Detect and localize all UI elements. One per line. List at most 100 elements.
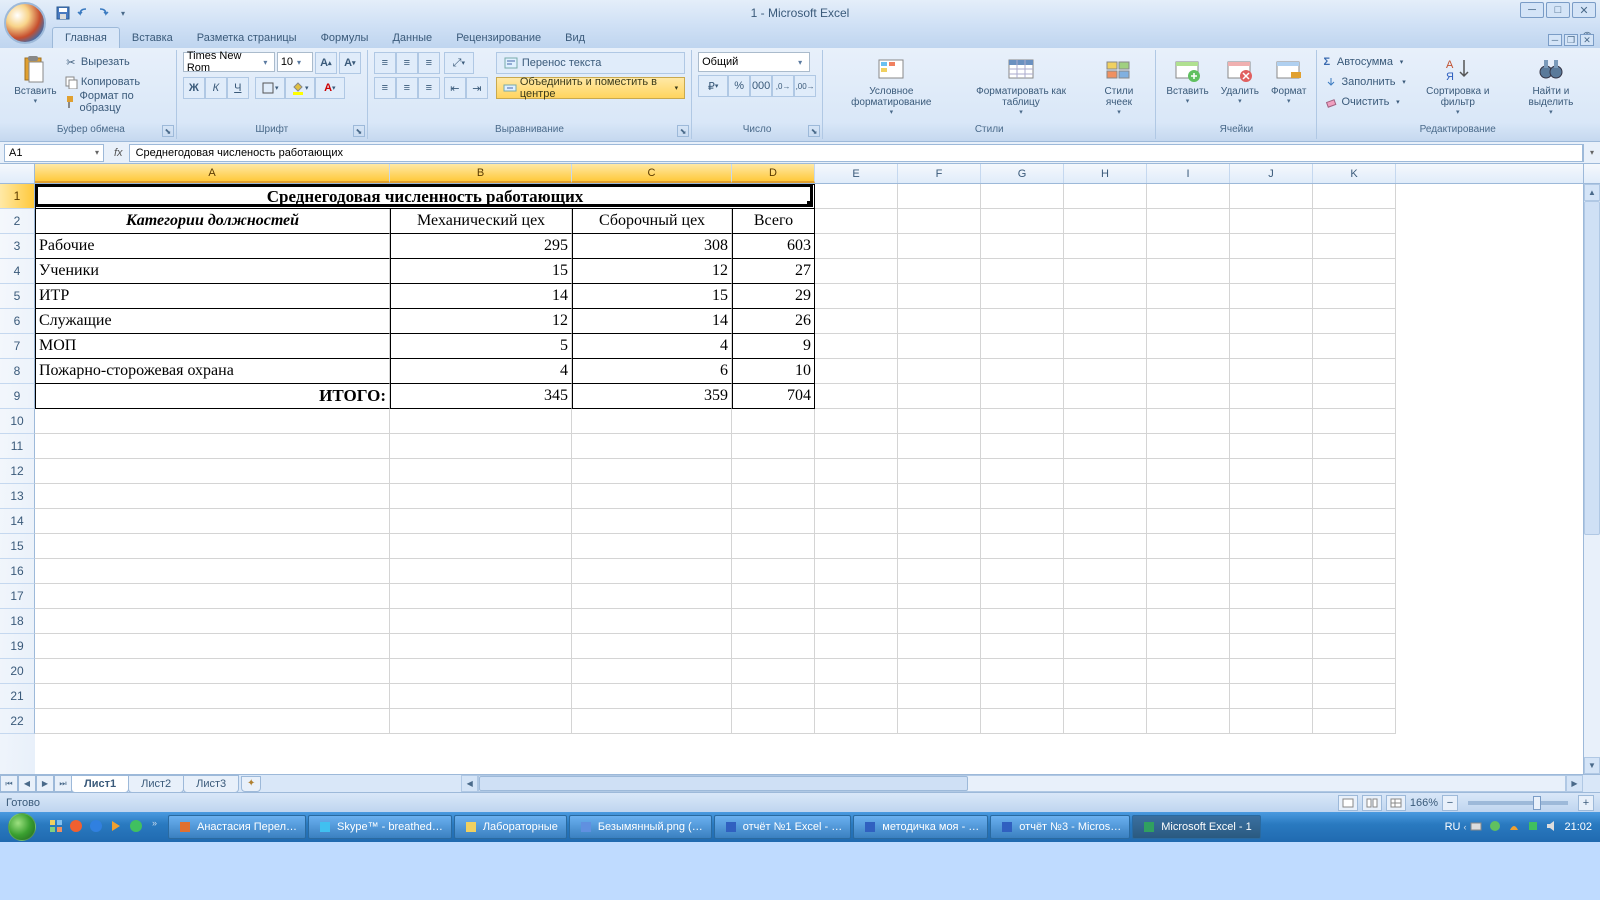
cell-G3[interactable] bbox=[981, 234, 1064, 259]
cell-I1[interactable] bbox=[1147, 184, 1230, 209]
cell-G10[interactable] bbox=[981, 409, 1064, 434]
cell-E21[interactable] bbox=[815, 684, 898, 709]
col-header-G[interactable]: G bbox=[981, 164, 1064, 183]
sheet-nav-prev[interactable]: ◀ bbox=[18, 775, 36, 792]
cell-K9[interactable] bbox=[1313, 384, 1396, 409]
cell-D5[interactable]: 29 bbox=[732, 284, 815, 309]
cell-J7[interactable] bbox=[1230, 334, 1313, 359]
cell-J11[interactable] bbox=[1230, 434, 1313, 459]
row-header-9[interactable]: 9 bbox=[0, 384, 35, 409]
row-header-5[interactable]: 5 bbox=[0, 284, 35, 309]
tray-volume-icon[interactable] bbox=[1545, 819, 1561, 835]
cell-A6[interactable]: Служащие bbox=[35, 309, 390, 334]
cell-K10[interactable] bbox=[1313, 409, 1396, 434]
tab-data[interactable]: Данные bbox=[380, 28, 444, 48]
col-header-H[interactable]: H bbox=[1064, 164, 1147, 183]
cell-I3[interactable] bbox=[1147, 234, 1230, 259]
align-top-button[interactable]: ≡ bbox=[374, 52, 396, 74]
cell-A5[interactable]: ИТР bbox=[35, 284, 390, 309]
bold-button[interactable]: Ж bbox=[183, 77, 205, 99]
percent-button[interactable]: % bbox=[728, 75, 750, 97]
cell-E13[interactable] bbox=[815, 484, 898, 509]
close-button[interactable]: ✕ bbox=[1572, 2, 1596, 18]
tab-view[interactable]: Вид bbox=[553, 28, 597, 48]
cell-A22[interactable] bbox=[35, 709, 390, 734]
cell-A12[interactable] bbox=[35, 459, 390, 484]
cell-E2[interactable] bbox=[815, 209, 898, 234]
cell-D11[interactable] bbox=[732, 434, 815, 459]
select-all-button[interactable] bbox=[0, 164, 35, 183]
cell-F22[interactable] bbox=[898, 709, 981, 734]
cell-D17[interactable] bbox=[732, 584, 815, 609]
zoom-in-button[interactable]: + bbox=[1578, 795, 1594, 811]
cell-A18[interactable] bbox=[35, 609, 390, 634]
col-header-A[interactable]: A bbox=[35, 164, 390, 183]
format-as-table-button[interactable]: Форматировать как таблицу▾ bbox=[958, 52, 1085, 118]
cell-K6[interactable] bbox=[1313, 309, 1396, 334]
cell-K18[interactable] bbox=[1313, 609, 1396, 634]
fill-button[interactable]: Заполнить ▾ bbox=[1323, 72, 1405, 92]
cell-I2[interactable] bbox=[1147, 209, 1230, 234]
cell-K8[interactable] bbox=[1313, 359, 1396, 384]
cell-F3[interactable] bbox=[898, 234, 981, 259]
cell-E9[interactable] bbox=[815, 384, 898, 409]
cell-grid[interactable]: Среднегодовая численность работающихКате… bbox=[35, 184, 1583, 774]
cell-B21[interactable] bbox=[390, 684, 572, 709]
cell-H4[interactable] bbox=[1064, 259, 1147, 284]
fx-icon[interactable]: fx bbox=[114, 147, 123, 159]
cell-C9[interactable]: 359 bbox=[572, 384, 732, 409]
cell-C10[interactable] bbox=[572, 409, 732, 434]
cell-F1[interactable] bbox=[898, 184, 981, 209]
taskbar-item-7[interactable]: Microsoft Excel - 1 bbox=[1132, 815, 1260, 839]
cell-I22[interactable] bbox=[1147, 709, 1230, 734]
cell-J21[interactable] bbox=[1230, 684, 1313, 709]
underline-button[interactable]: Ч bbox=[227, 77, 249, 99]
row-header-11[interactable]: 11 bbox=[0, 434, 35, 459]
ql-icon-5[interactable] bbox=[128, 818, 146, 836]
cell-C5[interactable]: 15 bbox=[572, 284, 732, 309]
cell-G15[interactable] bbox=[981, 534, 1064, 559]
cell-J5[interactable] bbox=[1230, 284, 1313, 309]
cell-I20[interactable] bbox=[1147, 659, 1230, 684]
cell-K17[interactable] bbox=[1313, 584, 1396, 609]
sheet-nav-first[interactable]: ⏮ bbox=[0, 775, 18, 792]
cell-E14[interactable] bbox=[815, 509, 898, 534]
number-format-combo[interactable]: Общий▾ bbox=[698, 52, 810, 72]
cell-H9[interactable] bbox=[1064, 384, 1147, 409]
cell-C4[interactable]: 12 bbox=[572, 259, 732, 284]
ql-icon-2[interactable] bbox=[68, 818, 86, 836]
cell-C13[interactable] bbox=[572, 484, 732, 509]
cell-J10[interactable] bbox=[1230, 409, 1313, 434]
vertical-scrollbar[interactable]: ▲ ▼ bbox=[1583, 184, 1600, 774]
cell-D9[interactable]: 704 bbox=[732, 384, 815, 409]
cell-G14[interactable] bbox=[981, 509, 1064, 534]
col-header-F[interactable]: F bbox=[898, 164, 981, 183]
cell-F9[interactable] bbox=[898, 384, 981, 409]
cell-J4[interactable] bbox=[1230, 259, 1313, 284]
cell-J3[interactable] bbox=[1230, 234, 1313, 259]
maximize-button[interactable]: □ bbox=[1546, 2, 1570, 18]
sheet-tab-2[interactable]: Лист2 bbox=[128, 775, 184, 793]
cell-E10[interactable] bbox=[815, 409, 898, 434]
row-header-19[interactable]: 19 bbox=[0, 634, 35, 659]
cell-J18[interactable] bbox=[1230, 609, 1313, 634]
cell-E5[interactable] bbox=[815, 284, 898, 309]
row-header-7[interactable]: 7 bbox=[0, 334, 35, 359]
cell-G2[interactable] bbox=[981, 209, 1064, 234]
cell-E15[interactable] bbox=[815, 534, 898, 559]
cell-J17[interactable] bbox=[1230, 584, 1313, 609]
cell-H20[interactable] bbox=[1064, 659, 1147, 684]
comma-button[interactable]: 000 bbox=[750, 75, 772, 97]
scroll-up-button[interactable]: ▲ bbox=[1584, 184, 1600, 201]
cell-A15[interactable] bbox=[35, 534, 390, 559]
cell-B16[interactable] bbox=[390, 559, 572, 584]
cell-D22[interactable] bbox=[732, 709, 815, 734]
row-header-17[interactable]: 17 bbox=[0, 584, 35, 609]
cell-F15[interactable] bbox=[898, 534, 981, 559]
format-cells-button[interactable]: Формат▾ bbox=[1267, 52, 1311, 107]
cell-C8[interactable]: 6 bbox=[572, 359, 732, 384]
cell-J2[interactable] bbox=[1230, 209, 1313, 234]
cell-I16[interactable] bbox=[1147, 559, 1230, 584]
tab-pagelayout[interactable]: Разметка страницы bbox=[185, 28, 309, 48]
grow-font-button[interactable]: A▴ bbox=[315, 52, 337, 74]
